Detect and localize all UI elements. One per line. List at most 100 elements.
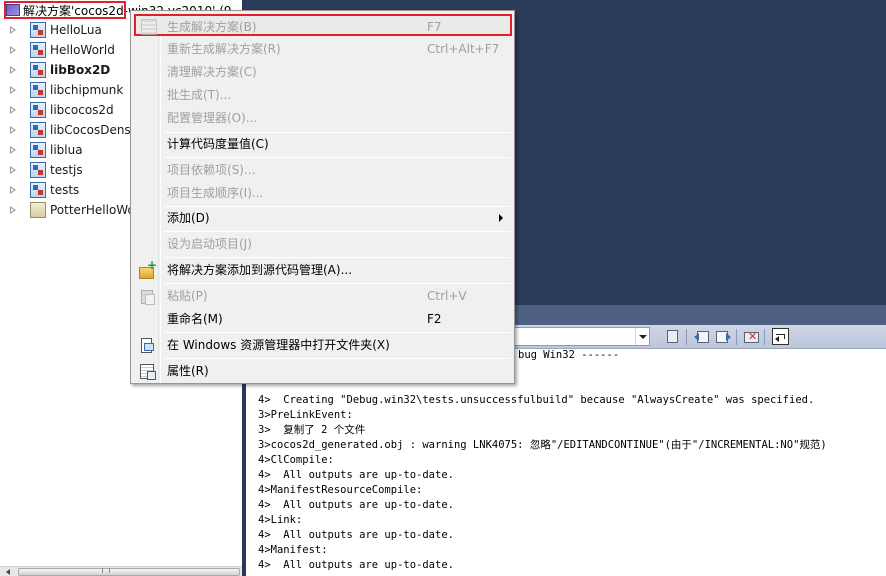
menu-item-label: 计算代码度量值(C) [167,137,269,151]
vc-project-icon [30,22,46,38]
vc-project-icon [30,142,46,158]
go-to-next-message-icon[interactable] [714,328,731,345]
expand-arrow-icon[interactable] [10,26,16,34]
project-label: tests [50,183,80,197]
menu-item-add-to-source-control[interactable]: 将解决方案添加到源代码管理(A)... [134,258,512,281]
project-label: libchipmunk [50,83,124,97]
explorer-horizontal-scrollbar[interactable] [0,566,242,576]
expand-arrow-icon[interactable] [10,86,16,94]
output-header-line: bug Win32 ------ [518,350,620,361]
output-line: 3> 复制了 2 个文件 [258,424,366,436]
menu-item-set-startup-project[interactable]: 设为启动项目(J) [134,233,512,255]
project-label: HelloWorld [50,43,115,57]
project-label: libBox2D [50,63,111,77]
menu-item-label: 属性(R) [167,364,209,378]
menu-item-open-folder-in-explorer[interactable]: 在 Windows 资源管理器中打开文件夹(X) [134,334,512,356]
menu-item-rename[interactable]: 重命名(M) F2 [134,308,512,330]
menu-item-shortcut: Ctrl+V [427,289,467,303]
menu-item-label: 添加(D) [167,211,210,225]
menu-item-configuration-manager[interactable]: 配置管理器(O)... [134,107,512,129]
menu-item-label: 将解决方案添加到源代码管理(A)... [167,263,353,277]
build-solution-icon [141,19,157,35]
menu-separator [164,283,511,284]
output-line: 3>cocos2d_generated.obj : warning LNK407… [258,439,827,451]
menu-item-project-dependencies[interactable]: 项目依赖项(S)... [134,159,512,181]
scrollbar-thumb[interactable] [18,568,240,576]
project-label: liblua [50,143,83,157]
toolbar-separator [686,329,687,345]
output-line: 4> All outputs are up-to-date. [258,499,454,511]
output-line: 4>ManifestResourceCompile: [258,484,423,496]
project-label: HelloLua [50,23,102,37]
expand-arrow-icon[interactable] [10,186,16,194]
output-line: 4> All outputs are up-to-date. [258,559,454,571]
output-source-dropdown[interactable] [514,327,650,346]
menu-separator [164,157,511,158]
menu-item-label: 粘贴(P) [167,289,208,303]
go-to-previous-message-icon[interactable] [694,328,711,345]
project-label: PotterHelloWo [50,203,135,217]
menu-item-label: 重命名(M) [167,312,223,326]
project-label: libCocosDens [50,123,131,137]
menu-item-label: 重新生成解决方案(R) [167,42,281,56]
expand-arrow-icon[interactable] [10,46,16,54]
output-line: 4> All outputs are up-to-date. [258,469,454,481]
project-folder-icon [30,202,46,218]
solution-highlight-box [4,1,126,19]
add-folder-icon [139,258,157,279]
vc-project-icon [30,82,46,98]
menu-item-shortcut: F2 [427,312,442,326]
vc-project-icon [30,182,46,198]
menu-item-build-solution[interactable]: 生成解决方案(B) F7 [134,14,512,36]
open-folder-icon [139,337,155,353]
word-wrap-icon[interactable] [772,328,789,345]
toolbar-separator [764,329,765,345]
menu-item-clean-solution[interactable]: 清理解决方案(C) [134,61,512,83]
menu-separator [164,358,511,359]
vc-project-icon [30,102,46,118]
output-line: 4>Manifest: [258,544,328,556]
menu-separator [164,231,511,232]
menu-separator [164,257,511,258]
menu-item-label: 在 Windows 资源管理器中打开文件夹(X) [167,338,390,352]
expand-arrow-icon[interactable] [10,206,16,214]
menu-item-label: 生成解决方案(B) [167,20,257,34]
menu-item-batch-build[interactable]: 批生成(T)... [134,84,512,106]
expand-arrow-icon[interactable] [10,146,16,154]
menu-separator [164,332,511,333]
menu-item-label: 清理解决方案(C) [167,65,257,79]
project-label: testjs [50,163,83,177]
menu-item-shortcut: Ctrl+Alt+F7 [427,42,500,56]
chevron-down-icon[interactable] [635,328,649,345]
output-line: 4> Creating "Debug.win32\tests.unsuccess… [258,394,815,406]
menu-item-label: 项目生成顺序(I)... [167,186,264,200]
submenu-arrow-icon [499,214,503,222]
menu-item-properties[interactable]: 属性(R) [134,360,512,382]
scroll-left-arrow-icon[interactable] [6,569,10,575]
output-line: 4>Link: [258,514,303,526]
output-line: 4>ClCompile: [258,454,334,466]
expand-arrow-icon[interactable] [10,166,16,174]
menu-item-shortcut: F7 [427,20,442,34]
toolbar-separator [736,329,737,345]
project-label: libcocos2d [50,103,114,117]
output-line: 3>PreLinkEvent: [258,409,353,421]
menu-item-rebuild-solution[interactable]: 重新生成解决方案(R) Ctrl+Alt+F7 [134,38,512,60]
solution-context-menu: 生成解决方案(B) F7 重新生成解决方案(R) Ctrl+Alt+F7 清理解… [130,10,515,384]
menu-item-label: 配置管理器(O)... [167,111,258,125]
clear-all-icon[interactable] [742,328,759,345]
menu-item-label: 设为启动项目(J) [167,237,252,251]
paste-icon [139,288,155,305]
menu-item-project-build-order[interactable]: 项目生成顺序(I)... [134,182,512,204]
output-line: 4> All outputs are up-to-date. [258,529,454,541]
expand-arrow-icon[interactable] [10,106,16,114]
menu-item-paste[interactable]: 粘贴(P) Ctrl+V [134,285,512,307]
menu-item-calculate-code-metrics[interactable]: 计算代码度量值(C) [134,133,512,155]
vc-project-icon [30,162,46,178]
expand-arrow-icon[interactable] [10,66,16,74]
find-message-icon[interactable] [664,328,681,345]
menu-item-label: 批生成(T)... [167,88,232,102]
menu-item-add[interactable]: 添加(D) [134,207,512,229]
scrollbar-grip-icon [102,568,110,573]
expand-arrow-icon[interactable] [10,126,16,134]
